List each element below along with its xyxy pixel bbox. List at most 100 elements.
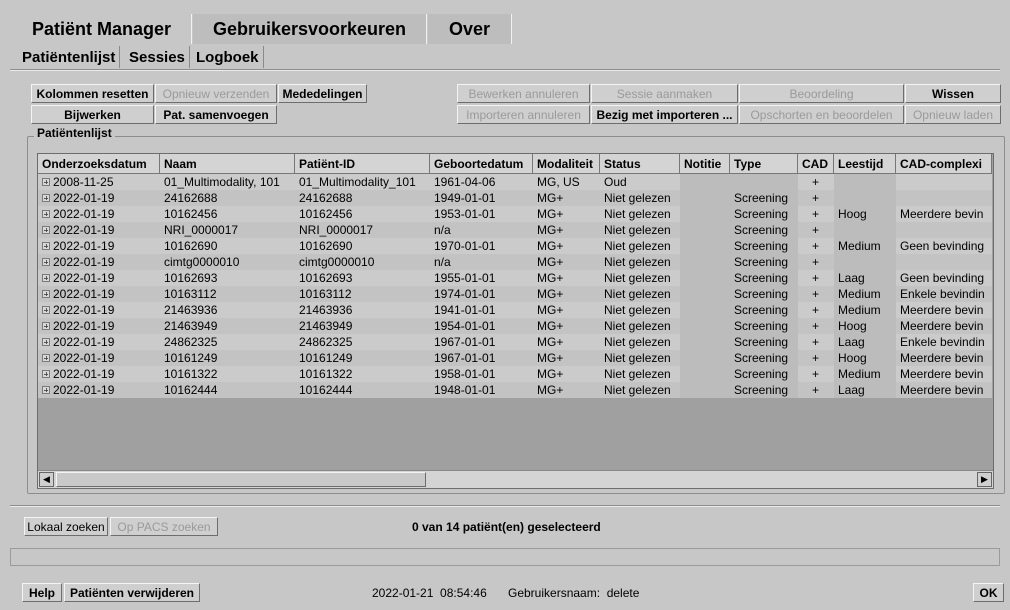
mededelingen-button[interactable]: Mededelingen — [278, 84, 367, 103]
plus-expand-icon[interactable] — [42, 194, 50, 202]
arrow-right-icon[interactable]: ▶ — [977, 472, 992, 487]
table-row[interactable]: 2022-01-19 10162444 10162444 1948-01-01 MG+ N… — [38, 382, 992, 398]
cell-status: Niet gelezen — [600, 334, 680, 350]
table-row[interactable]: 2022-01-19 24162688 24162688 1949-01-01 MG+ N… — [38, 190, 992, 206]
column-header-cad[interactable]: CAD — [798, 154, 834, 174]
plus-expand-icon[interactable] — [42, 354, 50, 362]
patient-table[interactable]: Onderzoeksdatum Naam Patiënt-ID Geboortedat… — [37, 153, 994, 489]
cell-cad: + — [798, 350, 834, 366]
table-row[interactable]: 2022-01-19 NRI_0000017 NRI_0000017 n/a MG+ Ni… — [38, 222, 992, 238]
cell-text: 2022-01-19 — [53, 383, 115, 397]
table-row[interactable]: 2022-01-19 21463949 21463949 1954-01-01 MG+ N… — [38, 318, 992, 334]
cell-cad-complexiteit: Meerdere bevin — [896, 366, 992, 382]
column-header-geboortedatum[interactable]: Geboortedatum — [430, 154, 533, 174]
cell-modaliteit: MG+ — [533, 286, 600, 302]
cell-notitie — [680, 318, 730, 334]
opnieuw-laden-button[interactable]: Opnieuw laden — [905, 105, 1001, 124]
opnieuw-verzenden-button[interactable]: Opnieuw verzenden — [155, 84, 277, 103]
table-row[interactable]: 2022-01-19 21463936 21463936 1941-01-01 MG+ N… — [38, 302, 992, 318]
cell-cad: + — [798, 302, 834, 318]
plus-expand-icon[interactable] — [42, 322, 50, 330]
cell-modaliteit: MG+ — [533, 382, 600, 398]
cell-status: Niet gelezen — [600, 254, 680, 270]
subtab-patientenlijst[interactable]: Patiëntenlijst — [18, 46, 121, 68]
table-row[interactable]: 2022-01-19 10162690 10162690 1970-01-01 MG+ N… — [38, 238, 992, 254]
cell-type: Screening — [730, 350, 798, 366]
plus-expand-icon[interactable] — [42, 242, 50, 250]
cell-notitie — [680, 238, 730, 254]
cell-text: 2022-01-19 — [53, 191, 115, 205]
patienten-verwijderen-button[interactable]: Patiënten verwijderen — [64, 583, 200, 602]
plus-expand-icon[interactable] — [42, 258, 50, 266]
plus-expand-icon[interactable] — [42, 226, 50, 234]
cell-naam: 10162690 — [160, 238, 295, 254]
cell-cad: + — [798, 318, 834, 334]
cell-patient-id: 21463949 — [295, 318, 430, 334]
help-button[interactable]: Help — [22, 583, 62, 602]
cell-patient-id: NRI_0000017 — [295, 222, 430, 238]
table-row[interactable]: 2022-01-19 10161249 10161249 1967-01-01 MG+ N… — [38, 350, 992, 366]
subtab-sessies[interactable]: Sessies — [125, 46, 190, 68]
column-header-type[interactable]: Type — [730, 154, 798, 174]
table-row[interactable]: 2022-01-19 10162456 10162456 1953-01-01 MG+ N… — [38, 206, 992, 222]
ok-button[interactable]: OK — [973, 583, 1004, 602]
cell-geboortedatum: 1948-01-01 — [430, 382, 533, 398]
table-row[interactable]: 2022-01-19 10161322 10161322 1958-01-01 MG+ N… — [38, 366, 992, 382]
column-header-leestijd[interactable]: Leestijd — [834, 154, 896, 174]
cell-onderzoeksdatum: 2022-01-19 — [38, 206, 160, 222]
subtab-divider — [10, 69, 1000, 71]
kolommen-resetten-button[interactable]: Kolommen resetten — [31, 84, 154, 103]
plus-expand-icon[interactable] — [42, 386, 50, 394]
importeren-annuleren-button[interactable]: Importeren annuleren — [457, 105, 590, 124]
column-header-notitie[interactable]: Notitie — [680, 154, 730, 174]
tab-over[interactable]: Over — [428, 14, 512, 44]
cell-modaliteit: MG+ — [533, 222, 600, 238]
plus-expand-icon[interactable] — [42, 370, 50, 378]
column-header-onderzoeksdatum[interactable]: Onderzoeksdatum — [38, 154, 160, 174]
table-row[interactable]: 2022-01-19 cimtg0000010 cimtg0000010 n/a MG+… — [38, 254, 992, 270]
pat-samenvoegen-button[interactable]: Pat. samenvoegen — [155, 105, 277, 124]
horizontal-scrollbar[interactable]: ◀ ▶ — [38, 470, 993, 488]
bezig-met-importeren-button[interactable]: Bezig met importeren ... — [591, 105, 738, 124]
cell-geboortedatum: 1974-01-01 — [430, 286, 533, 302]
cell-modaliteit: MG+ — [533, 350, 600, 366]
plus-expand-icon[interactable] — [42, 178, 50, 186]
cell-leestijd — [834, 190, 896, 206]
cell-notitie — [680, 350, 730, 366]
beoordeling-button[interactable]: Beoordeling — [739, 84, 904, 103]
table-row[interactable]: 2022-01-19 10162693 10162693 1955-01-01 MG+ N… — [38, 270, 992, 286]
cell-leestijd: Medium — [834, 238, 896, 254]
column-header-cad-complexiteit[interactable]: CAD-complexi — [896, 154, 992, 174]
scrollbar-thumb[interactable] — [56, 472, 426, 487]
tab-gebruikersvoorkeuren[interactable]: Gebruikersvoorkeuren — [193, 14, 427, 44]
bewerken-annuleren-button[interactable]: Bewerken annuleren — [457, 84, 590, 103]
tab-patient-manager[interactable]: Patiënt Manager — [12, 14, 192, 44]
cell-cad: + — [798, 270, 834, 286]
column-header-naam[interactable]: Naam — [160, 154, 295, 174]
cell-patient-id: 24862325 — [295, 334, 430, 350]
plus-expand-icon[interactable] — [42, 274, 50, 282]
bijwerken-button[interactable]: Bijwerken — [31, 105, 154, 124]
cell-onderzoeksdatum: 2022-01-19 — [38, 382, 160, 398]
op-pacs-zoeken-button[interactable]: Op PACS zoeken — [110, 517, 218, 536]
lokaal-zoeken-button[interactable]: Lokaal zoeken — [24, 517, 108, 536]
plus-expand-icon[interactable] — [42, 338, 50, 346]
wissen-button[interactable]: Wissen — [905, 84, 1001, 103]
table-row[interactable]: 2008-11-25 01_Multimodality, 101 01_Multim… — [38, 174, 992, 190]
cell-notitie — [680, 286, 730, 302]
cell-status: Niet gelezen — [600, 366, 680, 382]
plus-expand-icon[interactable] — [42, 306, 50, 314]
subtab-logboek[interactable]: Logboek — [192, 46, 264, 68]
column-header-patient-id[interactable]: Patiënt-ID — [295, 154, 430, 174]
table-row[interactable]: 2022-01-19 24862325 24862325 1967-01-01 MG+ N… — [38, 334, 992, 350]
cell-modaliteit: MG+ — [533, 238, 600, 254]
plus-expand-icon[interactable] — [42, 210, 50, 218]
arrow-left-icon[interactable]: ◀ — [39, 472, 54, 487]
column-header-status[interactable]: Status — [600, 154, 680, 174]
column-header-modaliteit[interactable]: Modaliteit — [533, 154, 600, 174]
cell-leestijd: Laag — [834, 270, 896, 286]
plus-expand-icon[interactable] — [42, 290, 50, 298]
table-row[interactable]: 2022-01-19 10163112 10163112 1974-01-01 MG+ N… — [38, 286, 992, 302]
opschorten-en-beoordelen-button[interactable]: Opschorten en beoordelen — [739, 105, 904, 124]
sessie-aanmaken-button[interactable]: Sessie aanmaken — [591, 84, 738, 103]
